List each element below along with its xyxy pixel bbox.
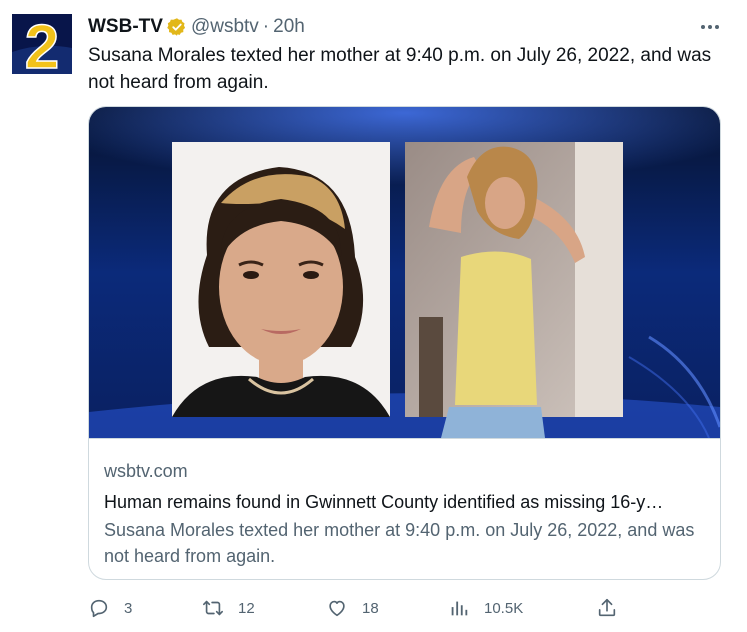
retweet-icon [203,600,223,616]
share-icon [598,598,616,617]
link-card[interactable]: wsbtv.com Human remains found in Gwinnet… [88,106,721,580]
author-handle[interactable]: @wsbtv [191,14,259,40]
views-button[interactable]: 10.5K [448,594,523,622]
reply-button[interactable]: 3 [88,594,132,622]
share-button[interactable] [596,594,618,622]
card-title[interactable]: Human remains found in Gwinnett County i… [104,489,709,515]
views-chart-icon [451,601,468,616]
tweet-header: WSB-TV @wsbtv · 20h [88,14,305,40]
reply-count: 3 [124,599,133,617]
like-button[interactable]: 18 [326,594,379,622]
card-description: Susana Morales texted her mother at 9:40… [104,520,695,566]
verified-badge-icon [167,17,187,37]
tweet-timestamp[interactable]: 20h [273,14,305,40]
card-image[interactable] [89,107,720,438]
card-domain: wsbtv.com [104,461,188,481]
reply-icon [90,599,108,618]
more-options-icon[interactable] [696,14,724,40]
retweet-button[interactable]: 12 [202,594,255,622]
like-count: 18 [362,599,379,617]
action-bar: 3 12 18 10.5K [88,594,628,622]
avatar[interactable]: 2 [12,14,72,74]
tweet[interactable]: 2 WSB-TV @wsbtv · 20h Susana Morales tex… [0,0,747,632]
author-name[interactable]: WSB-TV [88,14,163,40]
retweet-count: 12 [238,599,255,617]
views-count: 10.5K [484,599,524,617]
heart-icon [329,600,345,617]
separator-dot: · [262,16,270,37]
tweet-text: Susana Morales texted her mother at 9:40… [88,45,712,93]
card-meta[interactable]: wsbtv.com Human remains found in Gwinnet… [89,438,720,579]
svg-text:2: 2 [25,14,59,74]
